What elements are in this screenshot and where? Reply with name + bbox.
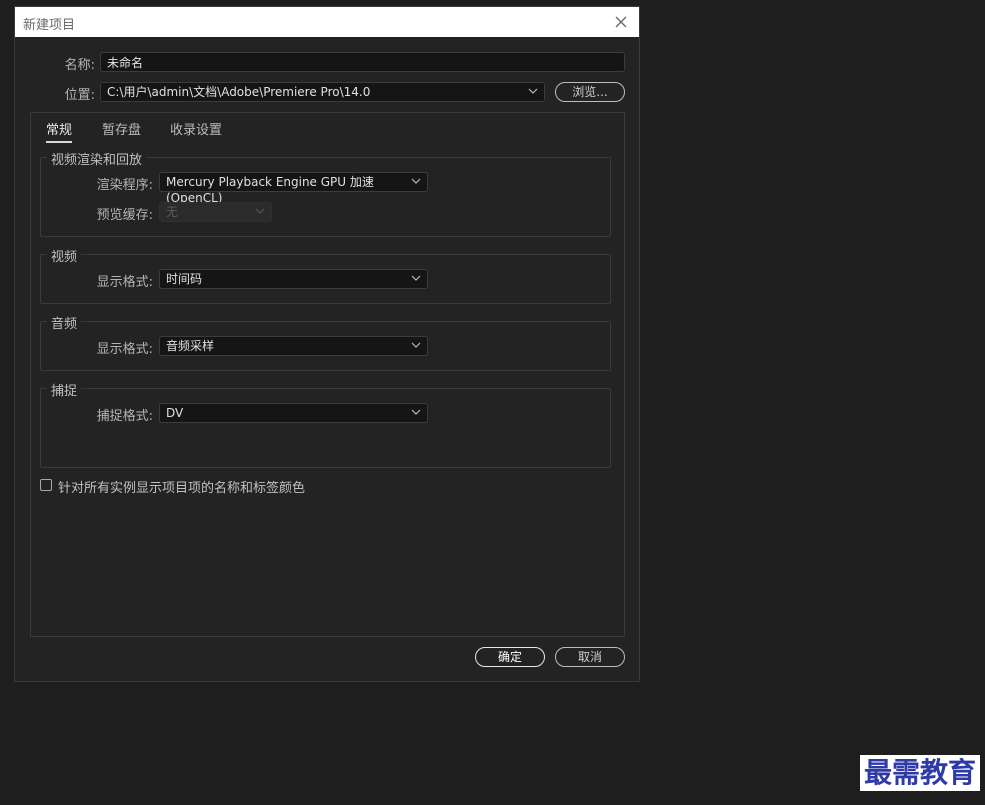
audio-display-format-value: 音频采样: [166, 339, 215, 353]
show-labels-checkbox-label: 针对所有实例显示项目项的名称和标签颜色: [58, 481, 306, 496]
renderer-value: Mercury Playback Engine GPU 加速 (OpenCL): [166, 175, 374, 205]
close-icon[interactable]: [611, 12, 631, 32]
show-labels-checkbox[interactable]: [40, 479, 52, 491]
new-project-dialog: 新建项目 名称: 未命名 位置: C:\用户\admin\文档\Adobe\Pr…: [14, 6, 640, 682]
video-display-format-label: 显示格式:: [96, 275, 153, 290]
video-group: 视频 显示格式: 时间码: [40, 246, 611, 304]
ok-button[interactable]: 确定: [475, 647, 545, 667]
audio-display-format-select[interactable]: 音频采样: [159, 336, 428, 356]
chevron-down-icon: [411, 178, 421, 184]
tab-scratch-disks[interactable]: 暂存盘: [102, 119, 141, 141]
watermark-logo: 最需教育: [860, 755, 981, 791]
location-label: 位置:: [64, 88, 95, 103]
capture-format-label: 捕捉格式:: [96, 409, 153, 424]
cancel-button[interactable]: 取消: [555, 647, 625, 667]
renderer-select[interactable]: Mercury Playback Engine GPU 加速 (OpenCL): [159, 172, 428, 205]
chevron-down-icon: [411, 275, 421, 281]
chevron-down-icon: [528, 88, 538, 94]
dialog-title: 新建项目: [23, 18, 76, 33]
chevron-down-icon: [255, 208, 265, 214]
settings-panel: 常规 暂存盘 收录设置 视频渲染和回放 渲染程序: Mercury Playba…: [30, 112, 625, 637]
capture-group: 捕捉 捕捉格式: DV: [40, 380, 611, 468]
tab-general[interactable]: 常规: [46, 119, 73, 143]
location-value: C:\用户\admin\文档\Adobe\Premiere Pro\14.0: [107, 85, 371, 99]
location-select[interactable]: C:\用户\admin\文档\Adobe\Premiere Pro\14.0: [100, 82, 545, 102]
name-label: 名称:: [64, 58, 95, 73]
video-display-format-select[interactable]: 时间码: [159, 269, 428, 289]
audio-display-format-label: 显示格式:: [96, 342, 153, 357]
render-group: 视频渲染和回放 渲染程序: Mercury Playback Engine GP…: [40, 149, 611, 237]
browse-button[interactable]: 浏览...: [555, 82, 625, 102]
preview-cache-value: 无: [166, 205, 179, 219]
preview-cache-label: 预览缓存:: [96, 208, 153, 223]
audio-group-title: 音频: [47, 313, 82, 332]
tab-ingest-settings[interactable]: 收录设置: [170, 119, 222, 141]
title-bar: 新建项目: [15, 7, 639, 37]
preview-cache-select: 无: [159, 202, 272, 222]
chevron-down-icon: [411, 409, 421, 415]
capture-group-title: 捕捉: [47, 380, 82, 399]
capture-format-select[interactable]: DV: [159, 403, 428, 423]
chevron-down-icon: [411, 342, 421, 348]
render-group-title: 视频渲染和回放: [47, 149, 147, 168]
video-group-title: 视频: [47, 246, 82, 265]
video-display-format-value: 时间码: [166, 272, 203, 286]
capture-format-value: DV: [166, 406, 184, 420]
name-input[interactable]: 未命名: [100, 52, 625, 72]
audio-group: 音频 显示格式: 音频采样: [40, 313, 611, 371]
renderer-label: 渲染程序:: [96, 178, 153, 193]
